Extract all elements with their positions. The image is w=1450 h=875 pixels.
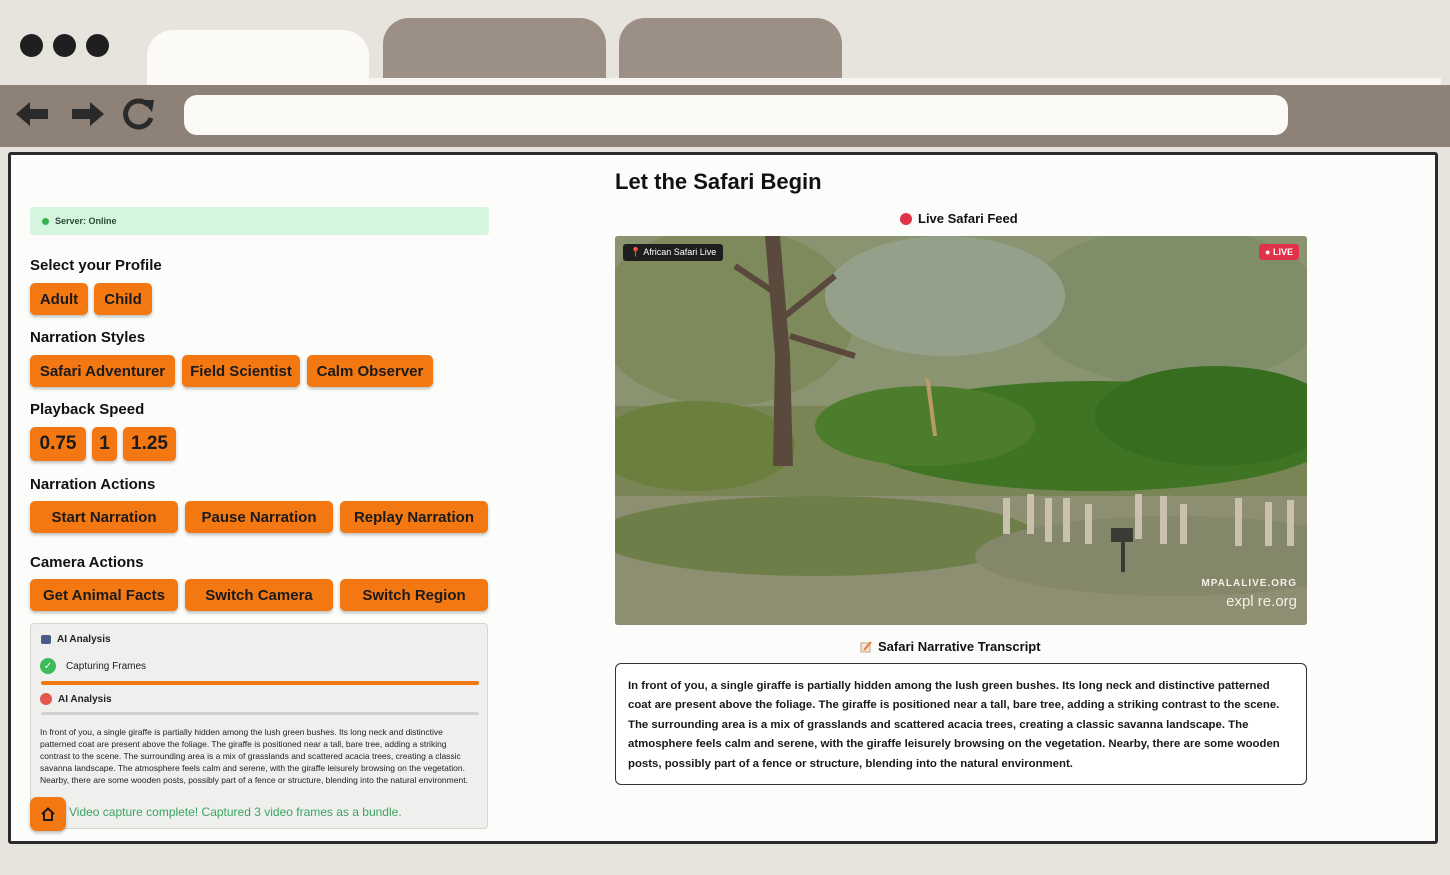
camera-actions-title: Camera Actions bbox=[30, 554, 144, 571]
arrow-right-icon bbox=[72, 102, 104, 126]
transcript-label-text: Safari Narrative Transcript bbox=[878, 639, 1041, 654]
style-field-scientist-button[interactable]: Field Scientist bbox=[182, 355, 300, 387]
browser-tab-2[interactable] bbox=[383, 18, 606, 80]
url-bar[interactable] bbox=[184, 95, 1288, 135]
reload-icon bbox=[123, 98, 154, 130]
start-narration-button[interactable]: Start Narration bbox=[30, 501, 178, 533]
profile-child-button[interactable]: Child bbox=[94, 283, 152, 315]
live-feed-label-text: Live Safari Feed bbox=[918, 211, 1018, 226]
video-source-badge: 📍 African Safari Live bbox=[623, 244, 724, 261]
ai-analysis-step: AI Analysis bbox=[40, 693, 112, 705]
server-status-bar: Server: Online bbox=[30, 207, 489, 235]
style-calm-observer-button[interactable]: Calm Observer bbox=[307, 355, 433, 387]
checkmark-icon: ✓ bbox=[40, 658, 56, 674]
pause-narration-button[interactable]: Pause Narration bbox=[185, 501, 333, 533]
window-maximize-dot[interactable] bbox=[86, 34, 109, 57]
browser-tab-active[interactable] bbox=[147, 30, 369, 85]
savanna-scene-image bbox=[615, 236, 1307, 625]
speed-0-75-button[interactable]: 0.75 bbox=[30, 427, 86, 461]
reload-button[interactable] bbox=[116, 94, 160, 134]
capture-status-message: Video capture complete! Captured 3 video… bbox=[69, 805, 402, 819]
capturing-frames-label: Capturing Frames bbox=[66, 660, 147, 672]
replay-narration-button[interactable]: Replay Narration bbox=[340, 501, 488, 533]
pending-dot-icon bbox=[40, 693, 52, 705]
live-red-dot-icon bbox=[900, 212, 912, 225]
window-controls bbox=[20, 34, 109, 57]
ai-analysis-header: AI Analysis bbox=[41, 634, 111, 645]
ai-analysis-step-label: AI Analysis bbox=[58, 693, 112, 705]
speed-1-button[interactable]: 1 bbox=[92, 427, 117, 461]
narration-actions-title: Narration Actions bbox=[30, 476, 156, 493]
arrow-left-icon bbox=[16, 102, 48, 126]
capture-progress-bar bbox=[41, 681, 479, 685]
analysis-progress-bar bbox=[41, 712, 479, 715]
transcript-label: Safari Narrative Transcript bbox=[860, 639, 1041, 654]
page-title: Let the Safari Begin bbox=[615, 169, 822, 194]
narration-styles-title: Narration Styles bbox=[30, 329, 146, 346]
profile-title: Select your Profile bbox=[30, 257, 162, 274]
ai-analysis-title: AI Analysis bbox=[57, 634, 111, 645]
forward-button[interactable] bbox=[66, 94, 110, 134]
style-safari-adventurer-button[interactable]: Safari Adventurer bbox=[30, 355, 175, 387]
status-dot-icon bbox=[42, 217, 49, 225]
home-icon bbox=[41, 807, 55, 821]
profile-adult-button[interactable]: Adult bbox=[30, 283, 88, 315]
robot-icon bbox=[41, 635, 51, 644]
live-video-feed[interactable]: 📍 African Safari Live ● LIVE MPALALIVE.O… bbox=[615, 236, 1307, 625]
browser-tab-3[interactable] bbox=[619, 18, 842, 80]
home-button[interactable] bbox=[30, 797, 66, 831]
transcript-box: In front of you, a single giraffe is par… bbox=[615, 663, 1307, 785]
get-animal-facts-button[interactable]: Get Animal Facts bbox=[30, 579, 178, 611]
pin-icon: 📍 bbox=[630, 247, 642, 257]
video-source-label: African Safari Live bbox=[643, 247, 717, 257]
playback-speed-title: Playback Speed bbox=[30, 401, 145, 418]
ai-analysis-text: In front of you, a single giraffe is par… bbox=[40, 727, 468, 785]
watermark-explore: expl re.org bbox=[1226, 593, 1297, 610]
live-feed-label: Live Safari Feed bbox=[900, 211, 1018, 226]
switch-region-button[interactable]: Switch Region bbox=[340, 579, 488, 611]
window-minimize-dot[interactable] bbox=[53, 34, 76, 57]
server-status-text: Server: Online bbox=[55, 216, 117, 226]
speed-1-25-button[interactable]: 1.25 bbox=[123, 427, 176, 461]
live-badge: ● LIVE bbox=[1259, 244, 1299, 260]
memo-icon bbox=[860, 640, 872, 652]
capturing-frames-step: ✓ Capturing Frames bbox=[40, 658, 146, 674]
back-button[interactable] bbox=[10, 94, 54, 134]
switch-camera-button[interactable]: Switch Camera bbox=[185, 579, 333, 611]
watermark-mpala: MPALALIVE.ORG bbox=[1201, 578, 1297, 589]
window-close-dot[interactable] bbox=[20, 34, 43, 57]
page-viewport: Server: Online Select your Profile Adult… bbox=[8, 152, 1438, 844]
ai-analysis-panel: AI Analysis ✓ Capturing Frames AI Analys… bbox=[30, 623, 488, 829]
